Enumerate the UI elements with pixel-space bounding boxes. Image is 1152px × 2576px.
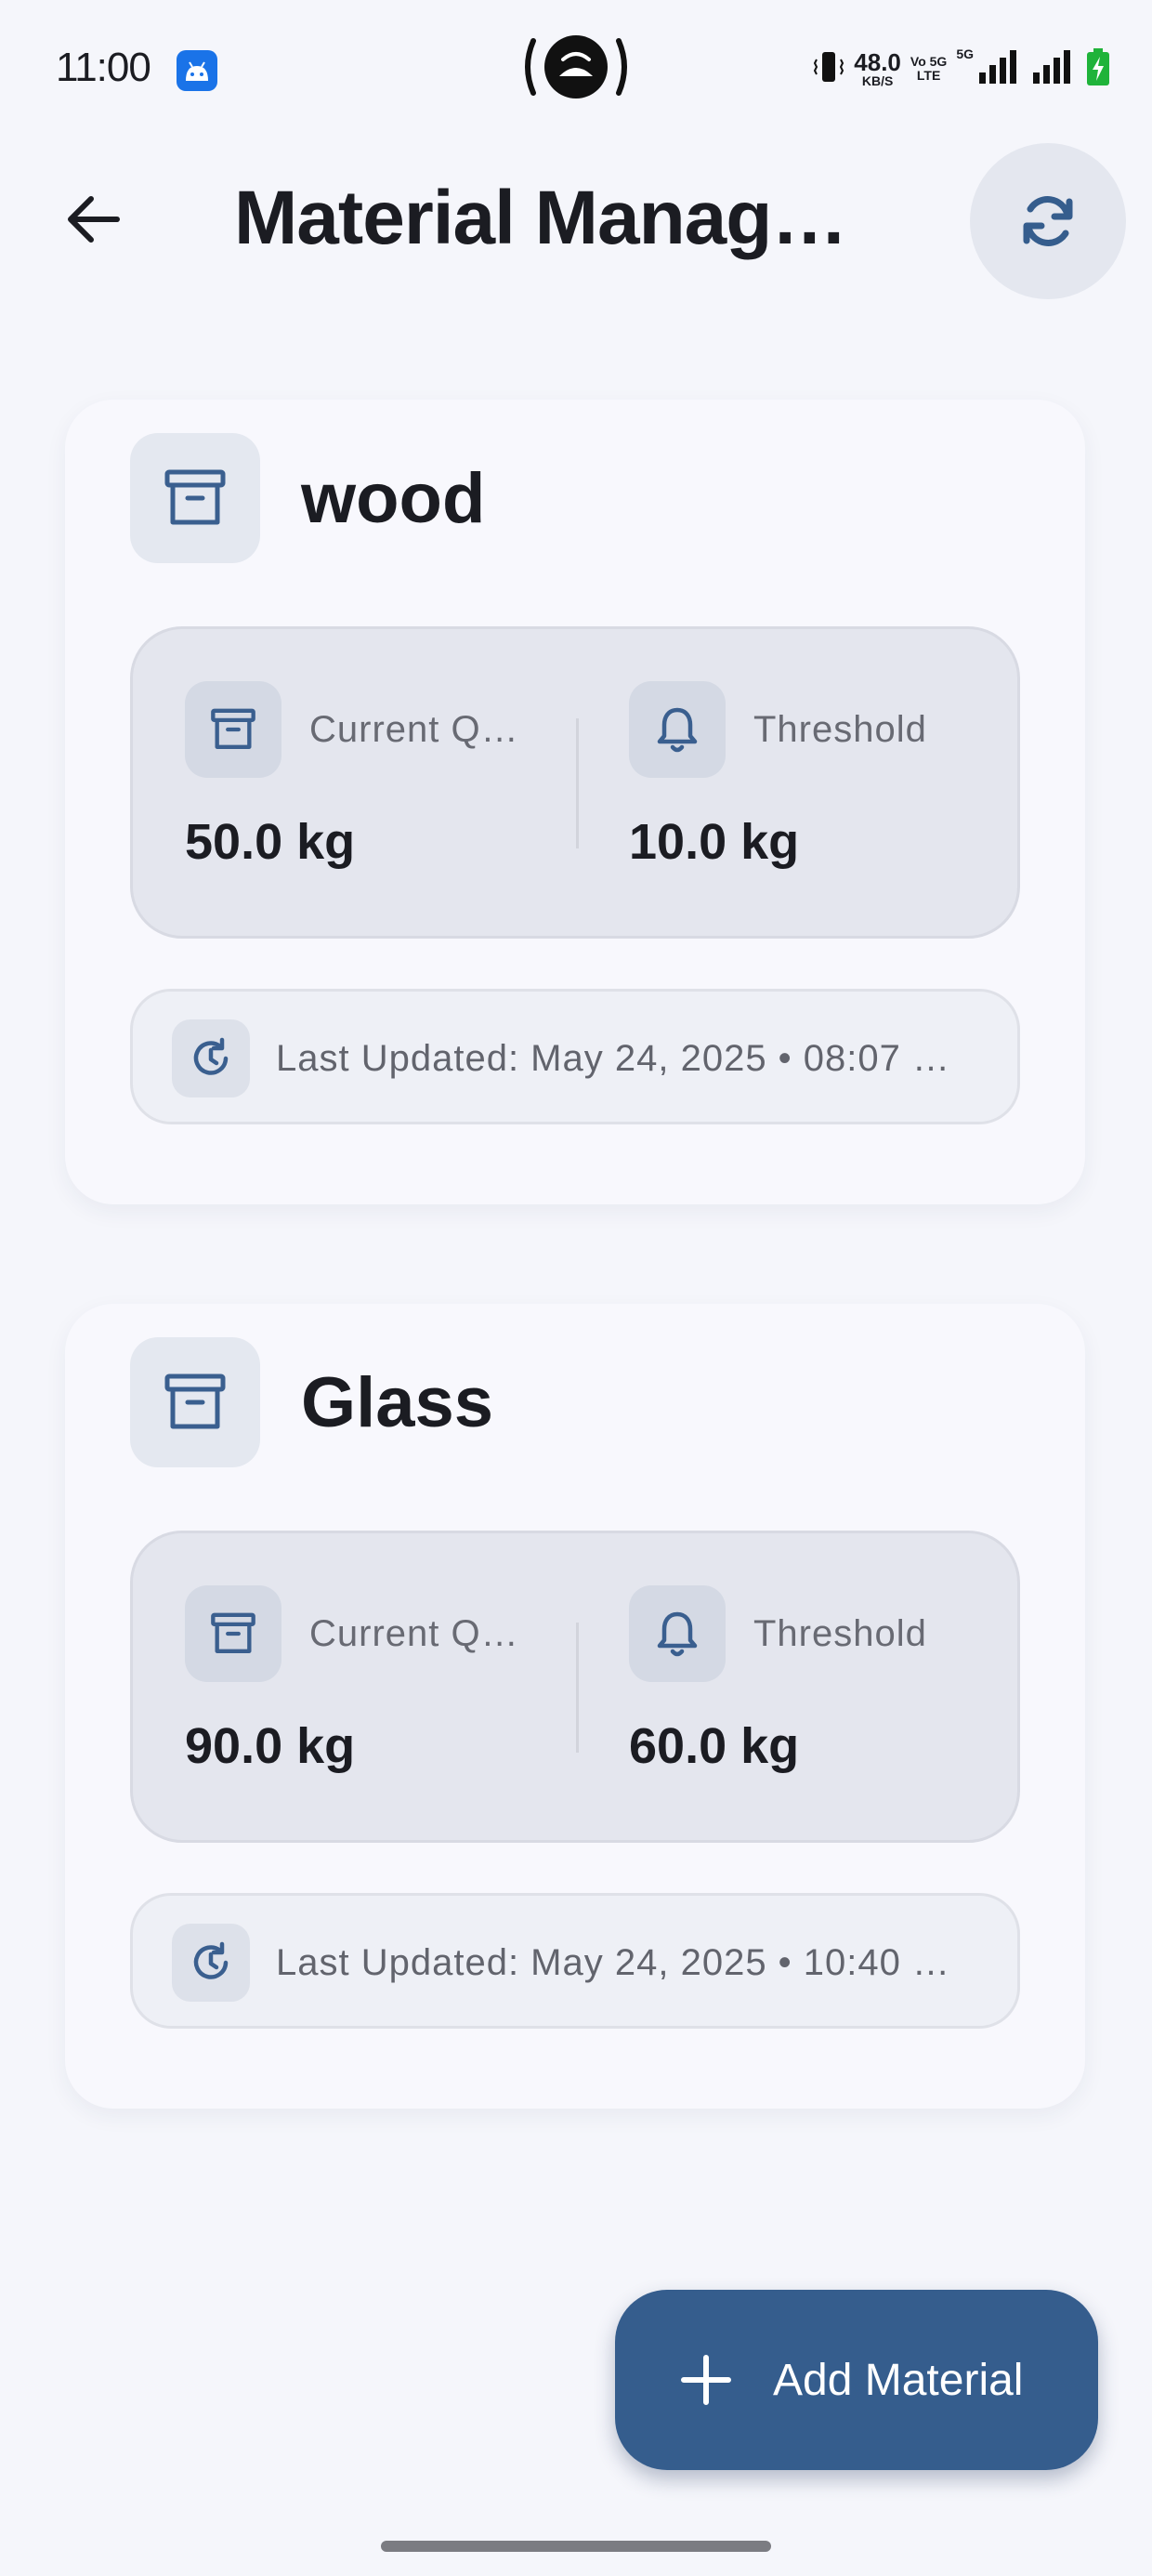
threshold-value: 10.0 kg [629,814,800,870]
hotspot-icon [520,33,632,100]
battery-charging-icon [1085,47,1111,91]
vibrate-icon [813,48,844,90]
signal-icon [977,48,1022,90]
refresh-icon [1023,196,1073,246]
material-card[interactable]: Glass Current Quantity 90.0 kg Thres [65,1304,1085,2109]
status-icons: 48.0 KB/S Vo 5G LTE 5G [813,41,1111,97]
quantity-label: Current Quantity [309,709,523,750]
quantity-value: 50.0 kg [185,814,356,870]
home-indicator[interactable] [381,2541,771,2552]
last-updated-text: Last Updated: May 24, 2025 • 08:07 … [276,1038,950,1079]
last-updated-box: Last Updated: May 24, 2025 • 08:07 … [130,989,1020,1124]
archive-box-icon [185,681,281,778]
current-quantity-stat: Current Quantity 50.0 kg [185,681,575,904]
last-updated-text: Last Updated: May 24, 2025 • 10:40 … [276,1942,950,1983]
stats-box: Current Quantity 90.0 kg Threshold 60.0 … [130,1531,1020,1843]
current-quantity-stat: Current Quantity 90.0 kg [185,1585,575,1808]
last-updated-box: Last Updated: May 24, 2025 • 10:40 … [130,1893,1020,2029]
android-app-icon [177,50,217,91]
refresh-button[interactable] [970,143,1126,299]
volte-indicator: Vo 5G LTE [910,54,948,83]
add-material-label: Add Material [773,2355,1024,2405]
material-name: wood [301,458,486,538]
quantity-value: 90.0 kg [185,1718,356,1774]
quantity-label: Current Quantity [309,1613,523,1654]
archive-box-icon [130,1337,260,1467]
page-title: Material Management [234,176,884,260]
plus-icon [681,2355,731,2405]
material-name: Glass [301,1362,494,1442]
threshold-stat: Threshold 60.0 kg [629,1585,1019,1808]
history-icon [172,1019,250,1097]
threshold-label: Threshold [753,1613,927,1654]
net-speed: 48.0 KB/S [854,48,901,88]
status-time: 11:00 [56,45,151,90]
stats-divider [576,1623,579,1753]
status-bar: 11:00 48.0 KB/S Vo 5G LTE 5G [0,0,1152,139]
card-header: wood [130,433,485,563]
material-card[interactable]: wood Current Quantity 50.0 kg Thresh [65,400,1085,1204]
bell-icon [629,1585,726,1682]
arrow-left-icon [68,196,120,243]
threshold-value: 60.0 kg [629,1718,800,1774]
back-button[interactable] [46,184,139,255]
app-bar: Material Management [0,139,1152,299]
archive-box-icon [185,1585,281,1682]
add-material-button[interactable]: Add Material [615,2290,1098,2470]
stats-divider [576,718,579,848]
bell-icon [629,681,726,778]
card-header: Glass [130,1337,493,1467]
threshold-stat: Threshold 10.0 kg [629,681,1019,904]
history-icon [172,1924,250,2002]
stats-box: Current Quantity 50.0 kg Threshold 10.0 … [130,626,1020,939]
signal-icon [1031,48,1076,90]
archive-box-icon [130,433,260,563]
five-g-label: 5G [956,46,974,61]
threshold-label: Threshold [753,709,927,750]
